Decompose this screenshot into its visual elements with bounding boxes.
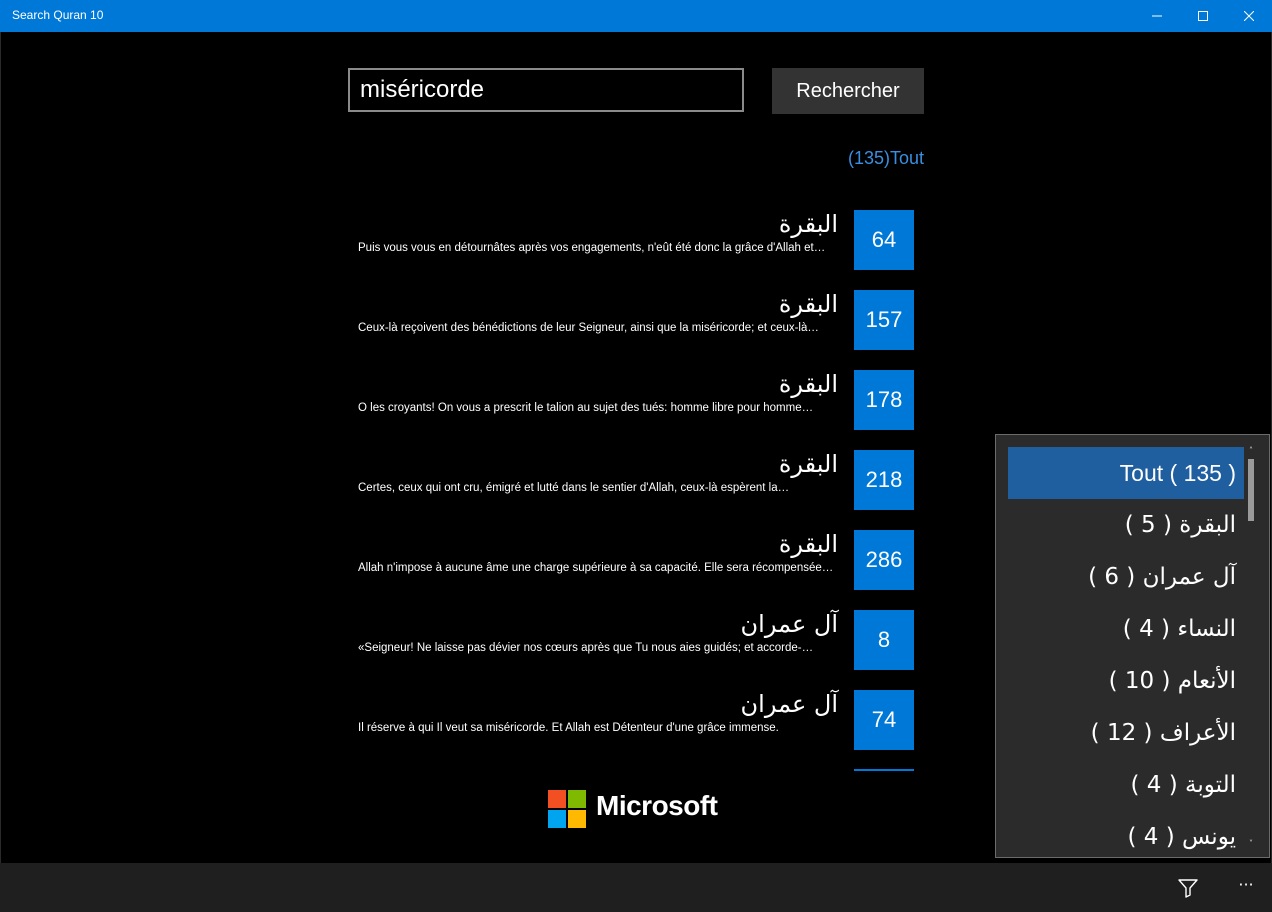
microsoft-logo: Microsoft <box>548 790 728 828</box>
filter-all-link[interactable]: (135)Tout <box>848 148 924 169</box>
scrollbar-thumb[interactable] <box>1248 459 1254 521</box>
filter-item[interactable]: الأعراف ( 12 ) <box>1008 707 1244 759</box>
filter-item-all[interactable]: Tout ( 135 ) <box>1008 447 1244 499</box>
result-surah-name: البقرة <box>778 370 838 398</box>
filter-item[interactable]: يونس ( 4 ) <box>1008 811 1244 857</box>
result-surah-name: البقرة <box>778 530 838 558</box>
result-verse-text: O les croyants! On vous a prescrit le ta… <box>358 402 814 414</box>
result-verse-text: Puis vous vous en détournâtes après vos … <box>358 242 826 254</box>
filter-item-label: الأنعام ( 10 ) <box>1108 668 1236 694</box>
result-ayah-number[interactable]: 286 <box>854 530 914 590</box>
scroll-up-icon[interactable]: ˄ <box>1246 445 1256 455</box>
results-list[interactable]: البقرة Puis vous vous en détournâtes apr… <box>348 200 924 771</box>
result-surah-name: البقرة <box>778 210 838 238</box>
filter-icon[interactable] <box>1176 876 1200 900</box>
maximize-button[interactable] <box>1180 0 1226 32</box>
close-icon <box>1244 11 1254 21</box>
filter-item[interactable]: التوبة ( 4 ) <box>1008 759 1244 811</box>
filter-item-label: الأعراف ( 12 ) <box>1090 720 1236 746</box>
result-ayah-number[interactable]: 218 <box>854 450 914 510</box>
command-bar: ··· <box>0 863 1272 912</box>
result-item[interactable]: البقرة Certes, ceux qui ont cru, émigré … <box>348 440 924 520</box>
filter-item-label: Tout ( 135 ) <box>1119 459 1236 486</box>
close-button[interactable] <box>1226 0 1272 32</box>
logo-square-green <box>568 790 586 808</box>
result-ayah-number[interactable]: 8 <box>854 610 914 670</box>
result-verse-text: Il réserve à qui Il veut sa miséricorde.… <box>358 722 779 734</box>
filter-item-label: التوبة ( 4 ) <box>1130 772 1237 798</box>
logo-square-red <box>548 790 566 808</box>
filter-item-label: النساء ( 4 ) <box>1122 616 1236 642</box>
minimize-icon <box>1152 15 1162 17</box>
search-input[interactable]: miséricorde <box>348 68 744 112</box>
filter-item[interactable]: البقرة ( 5 ) <box>1008 499 1244 551</box>
logo-square-yellow <box>568 810 586 828</box>
filter-item-label: البقرة ( 5 ) <box>1124 512 1236 538</box>
filter-item-label: يونس ( 4 ) <box>1127 824 1236 850</box>
result-item[interactable]: البقرة Ceux-là reçoivent des bénédiction… <box>348 280 924 360</box>
scroll-down-icon[interactable]: ˅ <box>1246 838 1256 848</box>
result-item[interactable]: البقرة O les croyants! On vous a prescri… <box>348 360 924 440</box>
result-item[interactable]: البقرة Allah n'impose à aucune âme une c… <box>348 520 924 600</box>
maximize-icon <box>1198 11 1208 21</box>
result-verse-text: «Seigneur! Ne laisse pas dévier nos cœur… <box>358 642 814 654</box>
filter-item[interactable]: النساء ( 4 ) <box>1008 603 1244 655</box>
flyout-scrollbar[interactable]: ˄ ˅ <box>1246 445 1256 848</box>
result-ayah-number[interactable]: 178 <box>854 370 914 430</box>
filter-item-label: آل عمران ( 6 ) <box>1088 564 1236 590</box>
result-ayah-number[interactable]: 74 <box>854 690 914 750</box>
more-icon[interactable]: ··· <box>1234 875 1258 899</box>
result-item[interactable]: آل عمران Il réserve à qui Il veut sa mis… <box>348 680 924 760</box>
logo-square-blue <box>548 810 566 828</box>
result-ayah-number[interactable]: 157 <box>854 290 914 350</box>
result-surah-name: البقرة <box>778 290 838 318</box>
result-verse-text: Ceux-là reçoivent des bénédictions de le… <box>358 322 819 334</box>
microsoft-wordmark: Microsoft <box>596 790 718 821</box>
result-surah-name: البقرة <box>778 450 838 478</box>
minimize-button[interactable] <box>1134 0 1180 32</box>
filter-item[interactable]: الأنعام ( 10 ) <box>1008 655 1244 707</box>
title-bar: Search Quran 10 <box>0 0 1272 32</box>
window-title: Search Quran 10 <box>12 8 104 22</box>
result-item[interactable]: آل عمران «Seigneur! Ne laisse pas dévier… <box>348 600 924 680</box>
window-border-left <box>0 32 1 912</box>
result-ayah-number[interactable]: 64 <box>854 210 914 270</box>
surah-filter-flyout[interactable]: Tout ( 135 ) البقرة ( 5 ) آل عمران ( 6 )… <box>995 434 1270 858</box>
result-surah-name: آل عمران <box>740 610 838 638</box>
result-verse-text: Allah n'impose à aucune âme une charge s… <box>358 562 834 574</box>
next-result-peek <box>854 769 914 771</box>
filter-item[interactable]: آل عمران ( 6 ) <box>1008 551 1244 603</box>
result-item[interactable]: البقرة Puis vous vous en détournâtes apr… <box>348 200 924 280</box>
search-button[interactable]: Rechercher <box>772 68 924 114</box>
result-verse-text: Certes, ceux qui ont cru, émigré et lutt… <box>358 482 790 494</box>
result-surah-name: آل عمران <box>740 690 838 718</box>
